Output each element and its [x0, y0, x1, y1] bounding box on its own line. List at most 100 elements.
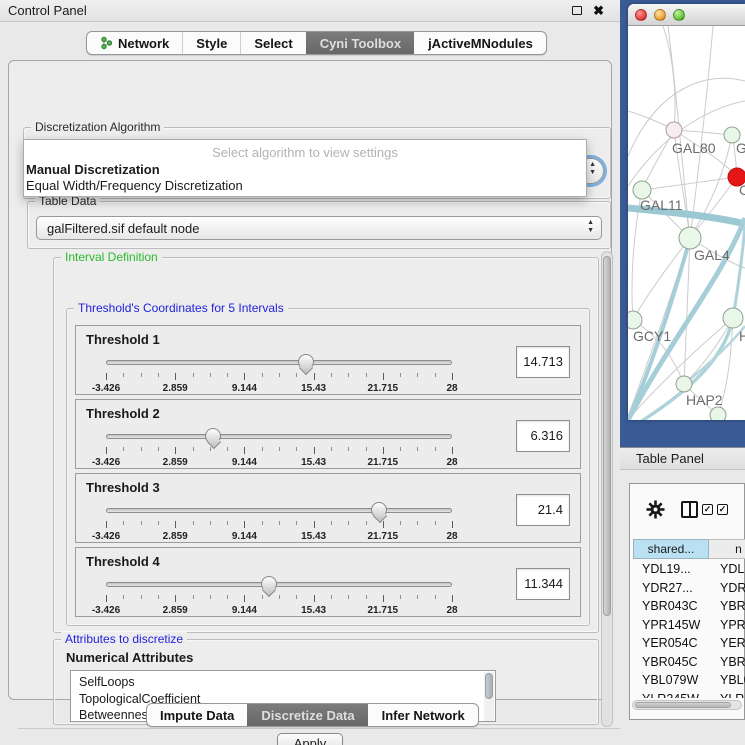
apply-button[interactable]: Apply [277, 733, 343, 745]
threshold-row: Threshold 1-3.4262.8599.14415.4321.71528… [75, 325, 581, 395]
checkbox-icon[interactable]: ✓ [717, 504, 728, 515]
cell-shared-name[interactable]: YLR345W [633, 690, 709, 699]
gear-icon[interactable] [646, 500, 665, 519]
slider-track[interactable] [106, 434, 452, 439]
panel-scrollbar[interactable] [601, 251, 613, 727]
column-header-name[interactable]: n [709, 539, 745, 559]
cell-name[interactable]: YBR0 [709, 597, 745, 616]
threshold-value-field[interactable]: 21.4 [516, 494, 570, 526]
threshold-group-title: Threshold's Coordinates for 5 Intervals [74, 301, 288, 315]
network-canvas[interactable]: GAL80GCGAL11GAL4GCY1HHAP2 [628, 26, 745, 420]
tab-network[interactable]: Network [87, 32, 182, 54]
table-hscrollbar-thumb[interactable] [635, 702, 731, 708]
axis-tick-label: -3.426 [92, 531, 120, 542]
axis-tick-label: 28 [446, 605, 457, 616]
table-row[interactable]: YPR145WYPR1 [633, 616, 745, 635]
threshold-slider[interactable]: -3.4262.8599.14415.4321.71528 [106, 360, 452, 394]
slider-thumb[interactable] [261, 576, 277, 592]
threshold-value-field[interactable]: 11.344 [516, 568, 570, 600]
checkbox-icon[interactable]: ✓ [702, 504, 713, 515]
close-traffic-light[interactable] [635, 9, 647, 21]
list-scrollbar-thumb[interactable] [485, 673, 493, 699]
slider-tick [314, 595, 315, 602]
axis-tick-label: 9.144 [232, 531, 257, 542]
network-node-label: GCY1 [633, 328, 671, 344]
cell-shared-name[interactable]: YBR043C [633, 597, 709, 616]
table-row[interactable]: YER054CYER0 [633, 634, 745, 653]
table-data-combobox[interactable]: galFiltered.sif default node ▲▼ [36, 216, 602, 240]
cell-name[interactable]: YDL1 [709, 560, 745, 579]
algorithm-group-title: Discretization Algorithm [31, 120, 164, 134]
table-hscrollbar[interactable] [632, 700, 742, 710]
slider-tick [262, 521, 263, 525]
slider-tick [452, 373, 453, 380]
slider-track[interactable] [106, 360, 452, 365]
network-node[interactable] [723, 308, 743, 328]
slider-tick [106, 447, 107, 454]
close-icon[interactable]: ✖ [593, 3, 604, 19]
tab-discretize-data[interactable]: Discretize Data [247, 704, 367, 726]
network-node[interactable] [679, 227, 701, 249]
axis-tick-label: 28 [446, 531, 457, 542]
cell-shared-name[interactable]: YPR145W [633, 616, 709, 635]
slider-tick [348, 521, 349, 525]
network-edge [633, 238, 690, 320]
slider-thumb[interactable] [371, 502, 387, 518]
tab-infer-network[interactable]: Infer Network [368, 704, 478, 726]
list-scrollbar[interactable] [484, 672, 494, 722]
cell-shared-name[interactable]: YBR045C [633, 653, 709, 672]
slider-track[interactable] [106, 508, 452, 513]
cell-name[interactable]: YBR0 [709, 653, 745, 672]
cell-name[interactable]: YER0 [709, 634, 745, 653]
float-window-icon[interactable] [572, 6, 582, 15]
tab-impute-data[interactable]: Impute Data [147, 704, 247, 726]
axis-tick-label: 2.859 [163, 531, 188, 542]
tab-label: Impute Data [160, 708, 234, 723]
table-row[interactable]: YDR27...YDR2 [633, 579, 745, 598]
attribute-list-item[interactable]: SelfLoops [71, 674, 495, 691]
cell-shared-name[interactable]: YDL19... [633, 560, 709, 579]
tab-style[interactable]: Style [182, 32, 240, 54]
cell-name[interactable]: YPR1 [709, 616, 745, 635]
slider-thumb[interactable] [205, 428, 221, 444]
minimize-traffic-light[interactable] [654, 9, 666, 21]
table-data-value: galFiltered.sif default node [47, 221, 199, 236]
threshold-title: Threshold 3 [86, 480, 160, 495]
tab-select[interactable]: Select [240, 32, 305, 54]
axis-tick-label: -3.426 [92, 383, 120, 394]
combo-arrows-icon: ▲▼ [587, 219, 594, 235]
panel-scrollbar-thumb[interactable] [603, 256, 611, 616]
cell-name[interactable]: YLR3 [709, 690, 745, 699]
cell-shared-name[interactable]: YDR27... [633, 579, 709, 598]
popup-option[interactable]: Manual Discretization [26, 162, 160, 177]
cell-name[interactable]: YBL0 [709, 671, 745, 690]
network-node[interactable] [710, 407, 726, 420]
slider-track[interactable] [106, 582, 452, 587]
network-node[interactable] [676, 376, 692, 392]
threshold-slider[interactable]: -3.4262.8599.14415.4321.71528 [106, 582, 452, 616]
table-row[interactable]: YBR043CYBR0 [633, 597, 745, 616]
threshold-slider[interactable]: -3.4262.8599.14415.4321.71528 [106, 434, 452, 468]
cell-shared-name[interactable]: YER054C [633, 634, 709, 653]
threshold-value-field[interactable]: 14.713 [516, 346, 570, 378]
network-node[interactable] [628, 311, 642, 329]
axis-tick-label: 15.43 [301, 457, 326, 468]
slider-thumb[interactable] [298, 354, 314, 370]
popup-option[interactable]: Equal Width/Frequency Discretization [26, 178, 243, 193]
tab-cyni-toolbox[interactable]: Cyni Toolbox [306, 32, 414, 54]
cell-name[interactable]: YDR2 [709, 579, 745, 598]
threshold-slider[interactable]: -3.4262.8599.14415.4321.71528 [106, 508, 452, 542]
zoom-traffic-light[interactable] [673, 9, 685, 21]
table-row[interactable]: YLR345WYLR3 [633, 690, 745, 699]
network-window-titlebar[interactable] [628, 4, 745, 26]
table-row[interactable]: YBL079WYBL0 [633, 671, 745, 690]
column-header-shared[interactable]: shared... [633, 539, 709, 559]
table-toolbar: ✓ ✓ [630, 484, 744, 534]
network-node[interactable] [666, 122, 682, 138]
tab-jactivemnodules[interactable]: jActiveMNodules [414, 32, 546, 54]
threshold-value-field[interactable]: 6.316 [516, 420, 570, 452]
cell-shared-name[interactable]: YBL079W [633, 671, 709, 690]
table-row[interactable]: YDL19...YDL1 [633, 560, 745, 579]
columns-icon[interactable] [681, 501, 698, 518]
table-row[interactable]: YBR045CYBR0 [633, 653, 745, 672]
